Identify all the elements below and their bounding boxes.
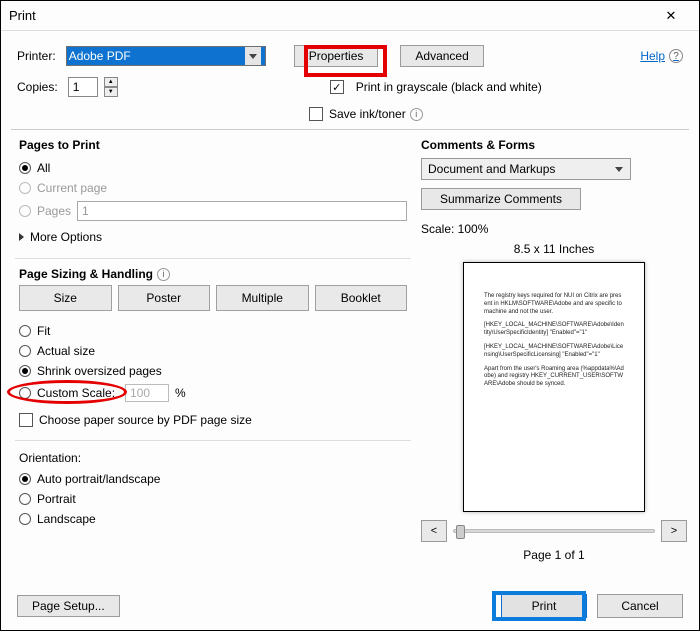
pages-input[interactable] [77,201,407,221]
radio-pages[interactable]: Pages [19,201,407,221]
more-options[interactable]: More Options [19,230,407,244]
printer-value: Adobe PDF [69,49,131,63]
sizing-title: Page Sizing & Handling [19,267,153,281]
tab-size[interactable]: Size [19,285,112,311]
titlebar: Print ✕ [1,1,699,31]
grayscale-label: Print in grayscale (black and white) [356,80,542,94]
radio-custom-scale[interactable]: Custom Scale: % [19,384,407,402]
slider-thumb[interactable] [456,525,465,539]
orientation-title: Orientation: [19,451,407,465]
radio-all[interactable]: All [19,161,407,175]
choose-paper-checkbox[interactable] [19,413,33,427]
summarize-comments-button[interactable]: Summarize Comments [421,188,581,210]
tab-poster[interactable]: Poster [118,285,211,311]
printer-label: Printer: [17,49,56,63]
copies-spinner[interactable]: ▲ ▼ [104,77,118,97]
radio-auto-orientation[interactable]: Auto portrait/landscape [19,472,407,486]
comments-forms-title: Comments & Forms [421,138,687,152]
print-button[interactable]: Print [501,594,587,618]
save-ink-label: Save ink/toner [329,107,406,121]
radio-portrait[interactable]: Portrait [19,492,407,506]
page-setup-button[interactable]: Page Setup... [17,595,120,617]
print-dialog: Print ✕ Printer: Adobe PDF Properties Ad… [0,0,700,631]
next-page-button[interactable]: > [661,520,687,542]
info-icon[interactable]: i [410,108,423,121]
comments-forms-select[interactable]: Document and Markups [421,158,631,180]
radio-landscape[interactable]: Landscape [19,512,407,526]
info-icon[interactable]: i [157,268,170,281]
properties-button[interactable]: Properties [294,45,379,67]
sizing-tabs: Size Poster Multiple Booklet [19,285,407,311]
radio-actual-size[interactable]: Actual size [19,344,407,358]
tab-multiple[interactable]: Multiple [216,285,309,311]
prev-page-button[interactable]: < [421,520,447,542]
footer: Page Setup... Print Cancel [1,586,699,630]
chevron-right-icon [19,233,24,241]
help-link[interactable]: Help ? [640,49,683,63]
paper-size: 8.5 x 11 Inches [421,242,687,256]
radio-shrink[interactable]: Shrink oversized pages [19,364,407,378]
choose-paper-source[interactable]: Choose paper source by PDF page size [19,413,407,427]
radio-fit[interactable]: Fit [19,324,407,338]
scale-readout: Scale: 100% [421,222,687,236]
chevron-down-icon[interactable] [245,47,261,65]
custom-scale-input[interactable] [125,384,169,402]
page-preview: The registry keys required for NUI on Ci… [463,262,645,512]
window-title: Print [9,8,36,23]
grayscale-checkbox[interactable]: ✓ [330,80,344,94]
copies-label: Copies: [17,80,58,94]
spinner-down-icon[interactable]: ▼ [104,87,118,97]
close-icon[interactable]: ✕ [651,8,691,24]
page-indicator: Page 1 of 1 [421,548,687,562]
printer-select[interactable]: Adobe PDF [66,46,266,66]
pages-to-print-title: Pages to Print [19,138,407,152]
save-ink-checkbox[interactable] [309,107,323,121]
advanced-button[interactable]: Advanced [400,45,483,67]
radio-current-page: Current page [19,181,407,195]
copies-row: Copies: ▲ ▼ ✓ Print in grayscale (black … [1,71,699,107]
printer-row: Printer: Adobe PDF Properties Advanced H… [1,31,699,71]
help-icon: ? [669,49,683,63]
cancel-button[interactable]: Cancel [597,594,683,618]
zoom-slider[interactable] [453,529,655,533]
preview-nav: < > [421,520,687,542]
copies-input[interactable] [68,77,98,97]
spinner-up-icon[interactable]: ▲ [104,77,118,87]
tab-booklet[interactable]: Booklet [315,285,408,311]
chevron-down-icon[interactable] [610,159,628,179]
